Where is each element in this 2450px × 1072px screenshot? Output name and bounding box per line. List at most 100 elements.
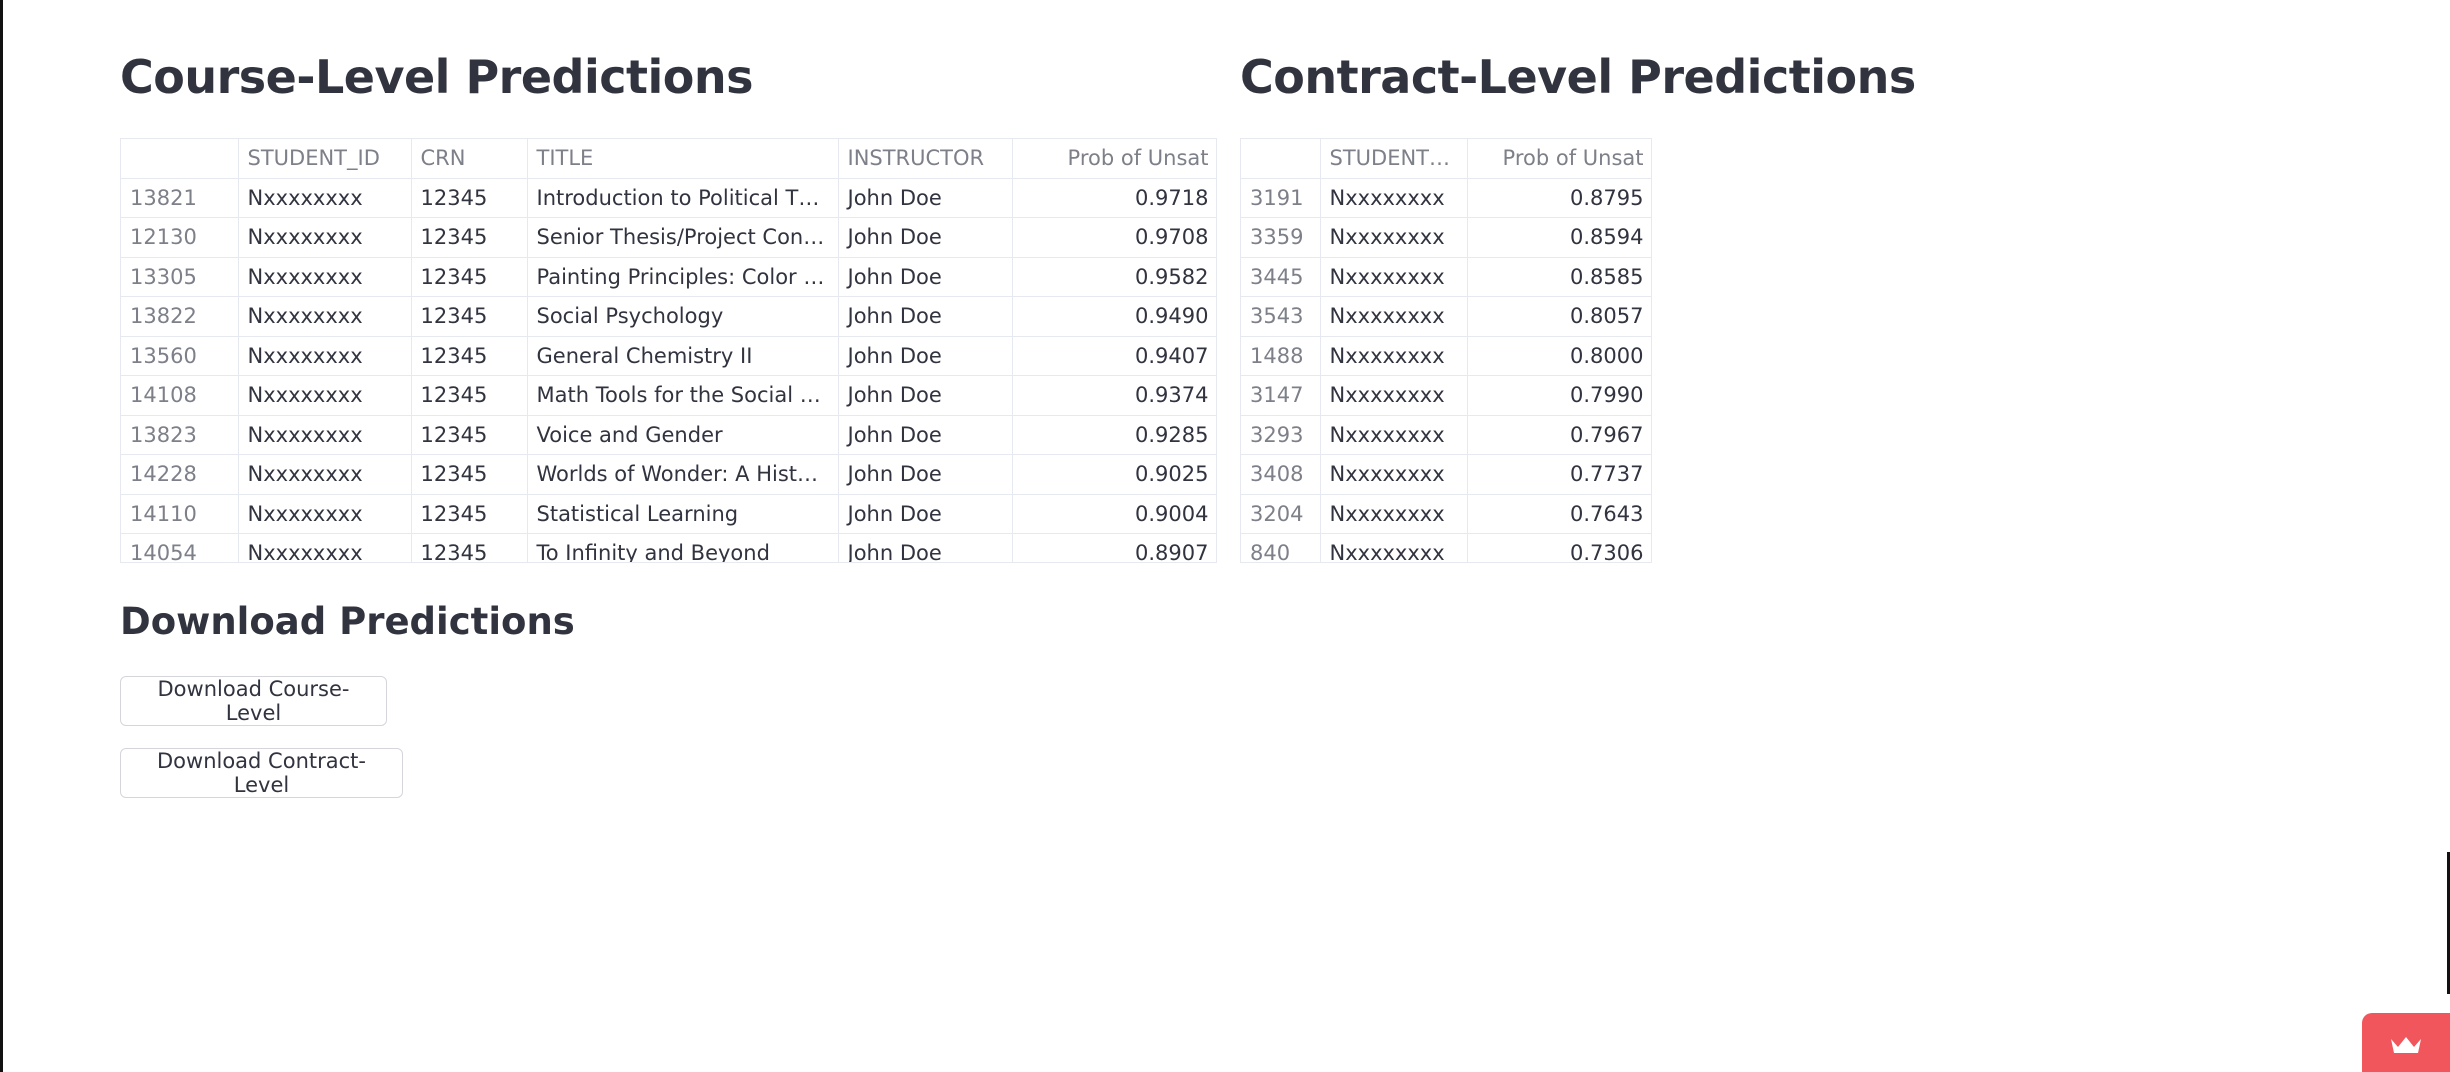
course-title-cell[interactable]: Voice and Gender: [527, 415, 839, 455]
instructor-cell[interactable]: John Doe: [838, 533, 1013, 562]
column-header-student-id[interactable]: STUDENT_ID: [1320, 139, 1468, 179]
student-id-cell[interactable]: Nxxxxxxxx: [1320, 415, 1468, 455]
crn-cell[interactable]: 12345: [411, 375, 528, 416]
student-id-cell[interactable]: Nxxxxxxxx: [238, 217, 412, 258]
table-row[interactable]: 3191 Nxxxxxxxx 0.8795: [1241, 178, 1651, 218]
course-title-cell[interactable]: Math Tools for the Social Sc…: [527, 375, 839, 416]
table-row[interactable]: 14110 Nxxxxxxxx 12345 Statistical Learning J…: [121, 494, 1216, 534]
prob-unsat-cell[interactable]: 0.8594: [1467, 217, 1651, 258]
row-index[interactable]: 1488: [1241, 336, 1321, 376]
course-title-cell[interactable]: To Infinity and Beyond: [527, 533, 839, 562]
student-id-cell[interactable]: Nxxxxxxxx: [238, 257, 412, 297]
column-header-prob-unsat[interactable]: Prob of Unsat: [1012, 139, 1216, 179]
instructor-cell[interactable]: John Doe: [838, 178, 1013, 218]
table-row[interactable]: 3293 Nxxxxxxxx 0.7967: [1241, 415, 1651, 455]
student-id-cell[interactable]: Nxxxxxxxx: [238, 454, 412, 495]
row-index[interactable]: 3359: [1241, 217, 1321, 258]
table-row[interactable]: 3543 Nxxxxxxxx 0.8057: [1241, 296, 1651, 337]
table-row[interactable]: 3204 Nxxxxxxxx 0.7643: [1241, 494, 1651, 534]
student-id-cell[interactable]: Nxxxxxxxx: [238, 375, 412, 416]
row-index[interactable]: 13560: [121, 336, 239, 376]
table-row[interactable]: 1488 Nxxxxxxxx 0.8000: [1241, 336, 1651, 376]
student-id-cell[interactable]: Nxxxxxxxx: [238, 336, 412, 376]
column-header-title[interactable]: TITLE: [527, 139, 839, 179]
instructor-cell[interactable]: John Doe: [838, 257, 1013, 297]
table-row[interactable]: 12130 Nxxxxxxxx 12345 Senior Thesis/Project…: [121, 217, 1216, 258]
course-title-cell[interactable]: Social Psychology: [527, 296, 839, 337]
table-row[interactable]: 13305 Nxxxxxxxx 12345 Painting Principles: …: [121, 257, 1216, 297]
instructor-cell[interactable]: John Doe: [838, 375, 1013, 416]
student-id-cell[interactable]: Nxxxxxxxx: [238, 178, 412, 218]
table-row[interactable]: 840 Nxxxxxxxx 0.7306: [1241, 533, 1651, 562]
table-row[interactable]: 13821 Nxxxxxxxx 12345 Introduction to Polit…: [121, 178, 1216, 218]
table-row[interactable]: 3408 Nxxxxxxxx 0.7737: [1241, 454, 1651, 495]
student-id-cell[interactable]: Nxxxxxxxx: [1320, 454, 1468, 495]
table-row[interactable]: 13822 Nxxxxxxxx 12345 Social Psychology John…: [121, 296, 1216, 337]
table-row[interactable]: 14228 Nxxxxxxxx 12345 Worlds of Wonder: A H…: [121, 454, 1216, 495]
prob-unsat-cell[interactable]: 0.8000: [1467, 336, 1651, 376]
prob-unsat-cell[interactable]: 0.9374: [1012, 375, 1216, 416]
student-id-cell[interactable]: Nxxxxxxxx: [1320, 494, 1468, 534]
column-header-student-id[interactable]: STUDENT_ID: [238, 139, 412, 179]
table-row[interactable]: 3147 Nxxxxxxxx 0.7990: [1241, 375, 1651, 416]
student-id-cell[interactable]: Nxxxxxxxx: [1320, 296, 1468, 337]
crn-cell[interactable]: 12345: [411, 454, 528, 495]
student-id-cell[interactable]: Nxxxxxxxx: [1320, 336, 1468, 376]
crn-cell[interactable]: 12345: [411, 494, 528, 534]
instructor-cell[interactable]: John Doe: [838, 454, 1013, 495]
prob-unsat-cell[interactable]: 0.8907: [1012, 533, 1216, 562]
instructor-cell[interactable]: John Doe: [838, 494, 1013, 534]
prob-unsat-cell[interactable]: 0.8057: [1467, 296, 1651, 337]
student-id-cell[interactable]: Nxxxxxxxx: [238, 494, 412, 534]
course-title-cell[interactable]: Introduction to Political Th…: [527, 178, 839, 218]
course-title-cell[interactable]: Painting Principles: Color to…: [527, 257, 839, 297]
download-course-level-button[interactable]: Download Course-Level: [120, 676, 387, 726]
row-index[interactable]: 3293: [1241, 415, 1321, 455]
crn-cell[interactable]: 12345: [411, 217, 528, 258]
prob-unsat-cell[interactable]: 0.7643: [1467, 494, 1651, 534]
table-row[interactable]: 13560 Nxxxxxxxx 12345 General Chemistry II J…: [121, 336, 1216, 376]
prob-unsat-cell[interactable]: 0.7990: [1467, 375, 1651, 416]
course-title-cell[interactable]: Worlds of Wonder: A Histor…: [527, 454, 839, 495]
crn-cell[interactable]: 12345: [411, 415, 528, 455]
student-id-cell[interactable]: Nxxxxxxxx: [238, 415, 412, 455]
prob-unsat-cell[interactable]: 0.9407: [1012, 336, 1216, 376]
prob-unsat-cell[interactable]: 0.9004: [1012, 494, 1216, 534]
prob-unsat-cell[interactable]: 0.9285: [1012, 415, 1216, 455]
crn-cell[interactable]: 12345: [411, 533, 528, 562]
column-header-index[interactable]: [1241, 139, 1321, 179]
row-index[interactable]: 12130: [121, 217, 239, 258]
instructor-cell[interactable]: John Doe: [838, 415, 1013, 455]
row-index[interactable]: 13305: [121, 257, 239, 297]
row-index[interactable]: 14108: [121, 375, 239, 416]
crn-cell[interactable]: 12345: [411, 336, 528, 376]
table-row[interactable]: 3445 Nxxxxxxxx 0.8585: [1241, 257, 1651, 297]
prob-unsat-cell[interactable]: 0.7967: [1467, 415, 1651, 455]
table-row[interactable]: 14054 Nxxxxxxxx 12345 To Infinity and Beyon…: [121, 533, 1216, 562]
row-index[interactable]: 3543: [1241, 296, 1321, 337]
student-id-cell[interactable]: Nxxxxxxxx: [238, 296, 412, 337]
crn-cell[interactable]: 12345: [411, 178, 528, 218]
course-title-cell[interactable]: Statistical Learning: [527, 494, 839, 534]
student-id-cell[interactable]: Nxxxxxxxx: [1320, 375, 1468, 416]
student-id-cell[interactable]: Nxxxxxxxx: [238, 533, 412, 562]
course-title-cell[interactable]: General Chemistry II: [527, 336, 839, 376]
student-id-cell[interactable]: Nxxxxxxxx: [1320, 533, 1468, 562]
column-header-index[interactable]: [121, 139, 239, 179]
course-title-cell[interactable]: Senior Thesis/Project Conti…: [527, 217, 839, 258]
crn-cell[interactable]: 12345: [411, 257, 528, 297]
hosting-badge[interactable]: [2362, 1013, 2450, 1072]
prob-unsat-cell[interactable]: 0.9708: [1012, 217, 1216, 258]
column-header-crn[interactable]: CRN: [411, 139, 528, 179]
row-index[interactable]: 14228: [121, 454, 239, 495]
prob-unsat-cell[interactable]: 0.8585: [1467, 257, 1651, 297]
prob-unsat-cell[interactable]: 0.9490: [1012, 296, 1216, 337]
contract-predictions-table[interactable]: STUDENT_ID Prob of Unsat 3191 Nxxxxxxxx 0.…: [1240, 138, 1652, 563]
row-index[interactable]: 3191: [1241, 178, 1321, 218]
crn-cell[interactable]: 12345: [411, 296, 528, 337]
instructor-cell[interactable]: John Doe: [838, 217, 1013, 258]
prob-unsat-cell[interactable]: 0.9025: [1012, 454, 1216, 495]
student-id-cell[interactable]: Nxxxxxxxx: [1320, 217, 1468, 258]
row-index[interactable]: 14110: [121, 494, 239, 534]
prob-unsat-cell[interactable]: 0.7306: [1467, 533, 1651, 562]
